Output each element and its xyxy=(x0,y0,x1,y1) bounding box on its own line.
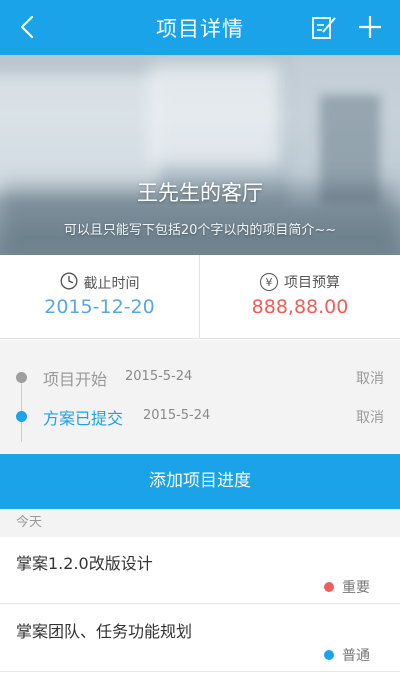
page-title: 项目详情 xyxy=(156,17,244,41)
budget-stat: ¥ 项目预算 888,88.00 xyxy=(200,255,400,339)
budget-label: 项目预算 xyxy=(284,275,340,291)
timeline-dot xyxy=(16,372,27,383)
project-summary: 可以且只能写下包括20个字以内的项目简介~~ xyxy=(63,223,337,238)
timeline-item-date: 2015-5-24 xyxy=(125,369,193,384)
deadline-label: 截止时间 xyxy=(83,276,140,292)
priority-label: 普通 xyxy=(342,648,370,664)
yen-icon: ¥ xyxy=(260,273,278,291)
cancel-button[interactable]: 取消 xyxy=(356,407,384,427)
project-stats: 截止时间 2015-12-20 ¥ 项目预算 888,88.00 xyxy=(0,255,400,339)
priority-dot xyxy=(324,582,334,592)
task-title: 掌案1.2.0改版设计 xyxy=(16,554,153,573)
task-item[interactable]: 掌案团队、任务功能规划 普通 xyxy=(0,605,400,672)
task-priority: 普通 xyxy=(324,645,370,665)
timeline-item-date: 2015-5-24 xyxy=(143,408,211,423)
timeline-item-name: 项目开始 xyxy=(43,370,108,389)
task-priority: 重要 xyxy=(324,577,370,597)
budget-value: 888,88.00 xyxy=(251,296,349,318)
priority-dot xyxy=(324,650,334,660)
project-banner: 王先生的客厅 可以且只能写下包括20个字以内的项目简介~~ xyxy=(0,55,400,255)
progress-timeline: 项目开始 2015-5-24 取消 方案已提交 2015-5-24 取消 xyxy=(0,340,400,454)
timeline-item-submitted: 方案已提交 2015-5-24 取消 xyxy=(0,402,400,432)
deadline-stat: 截止时间 2015-12-20 xyxy=(0,255,200,339)
plus-icon[interactable] xyxy=(356,13,384,41)
task-item[interactable]: 掌案1.2.0改版设计 重要 xyxy=(0,537,400,604)
priority-label: 重要 xyxy=(342,580,370,596)
task-item-partial[interactable] xyxy=(0,672,400,685)
task-title: 掌案团队、任务功能规划 xyxy=(16,622,193,641)
clock-icon xyxy=(59,272,78,294)
edit-icon[interactable] xyxy=(310,13,338,41)
section-date-label: 今天 xyxy=(0,509,400,537)
top-navbar: 项目详情 xyxy=(0,0,400,55)
cancel-button[interactable]: 取消 xyxy=(356,368,384,388)
timeline-item-start: 项目开始 2015-5-24 取消 xyxy=(0,363,400,393)
timeline-dot xyxy=(16,411,27,422)
add-progress-button[interactable]: 添加项目进度 xyxy=(0,454,400,509)
project-name: 王先生的客厅 xyxy=(137,181,263,205)
timeline-item-name: 方案已提交 xyxy=(43,409,124,428)
deadline-value: 2015-12-20 xyxy=(44,296,155,318)
